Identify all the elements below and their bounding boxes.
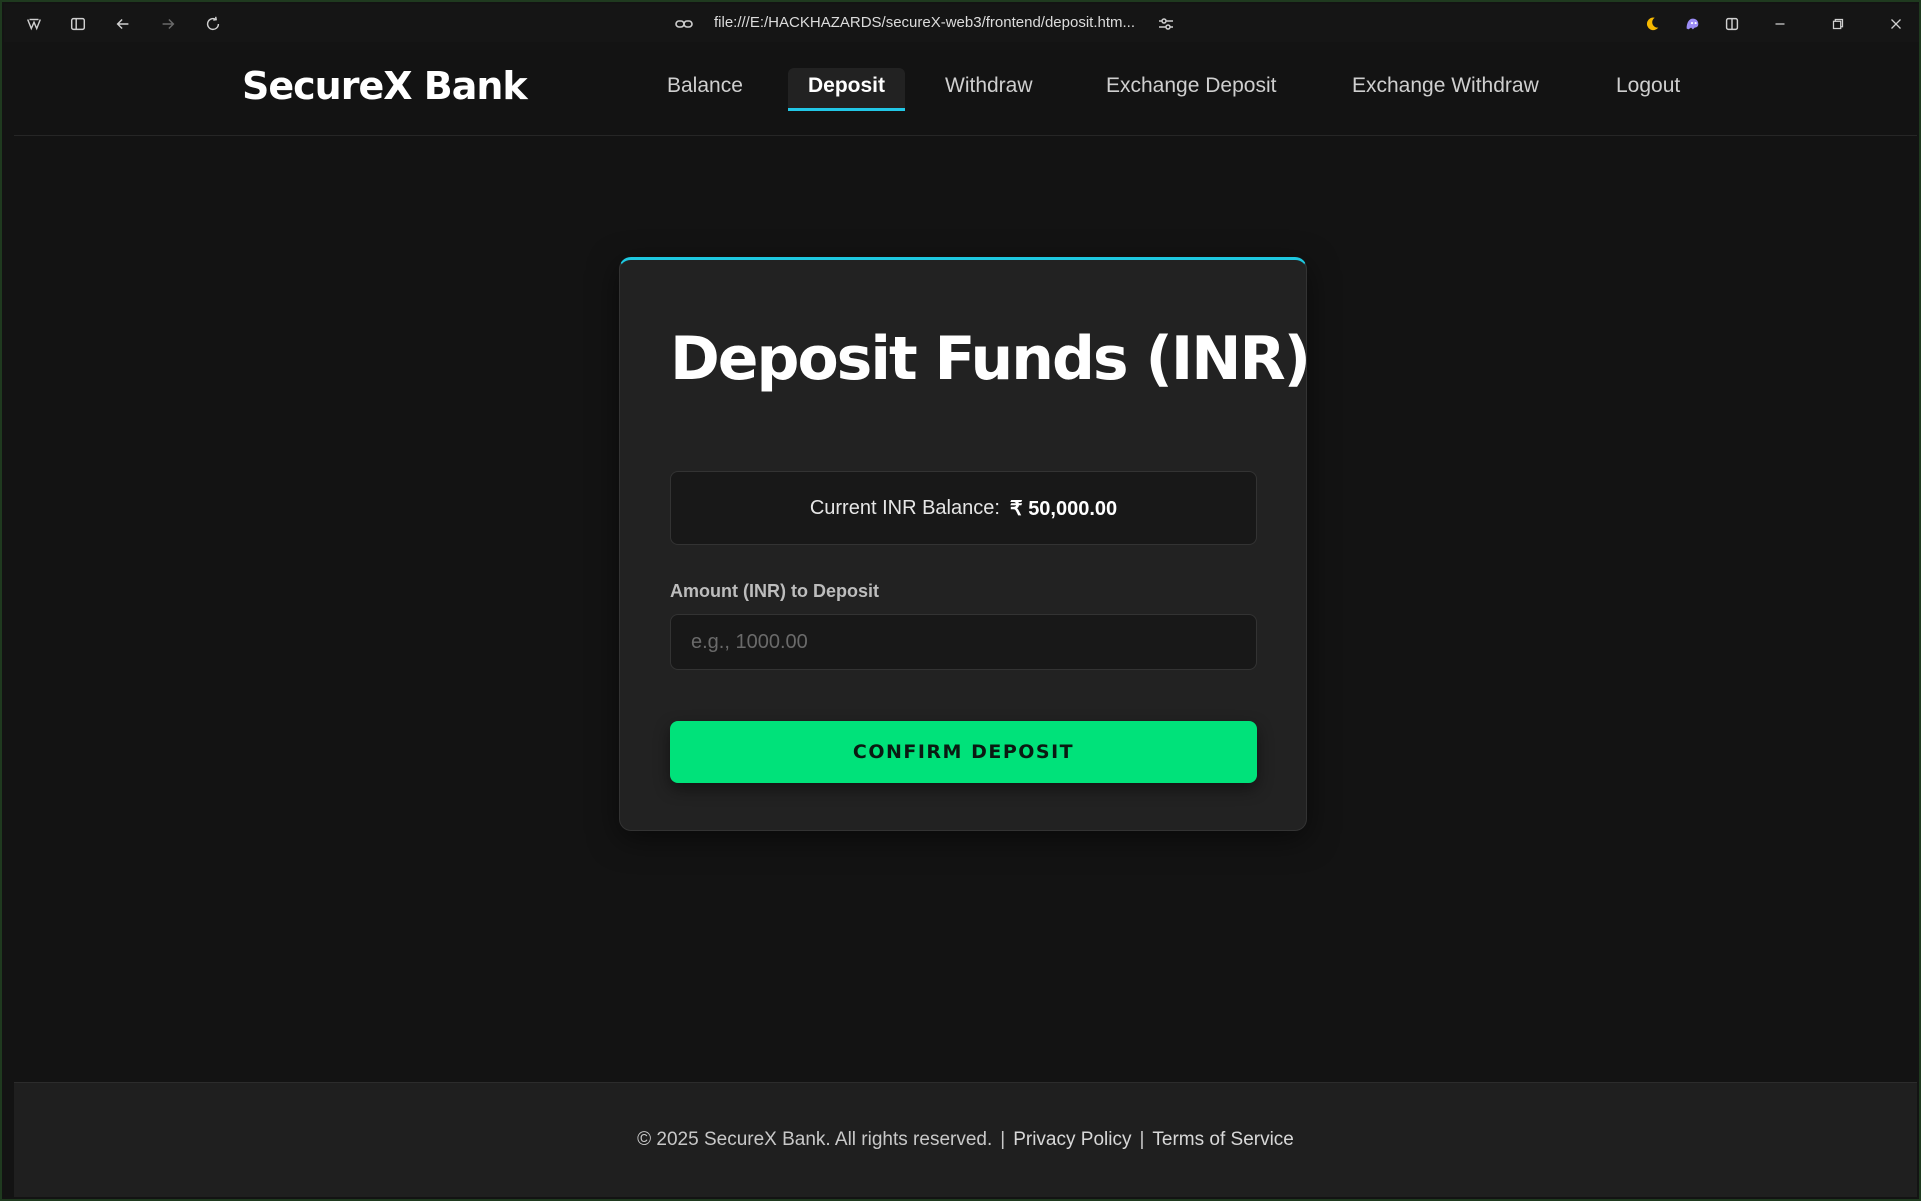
amount-input[interactable]: [670, 614, 1257, 670]
site-settings-icon[interactable]: [1156, 14, 1176, 34]
forward-arrow-icon[interactable]: [154, 10, 182, 38]
page-title: Deposit Funds (INR): [670, 324, 1311, 394]
privacy-policy-link[interactable]: Privacy Policy: [1013, 1129, 1131, 1151]
balance-label: Current INR Balance:: [809, 496, 1000, 519]
browser-logo-icon[interactable]: [20, 10, 48, 38]
nav-balance[interactable]: Balance: [647, 68, 763, 108]
site-header: SecureX Bank Balance Deposit Withdraw Ex…: [14, 42, 1917, 136]
reload-icon[interactable]: [199, 10, 227, 38]
split-view-icon[interactable]: [1718, 10, 1746, 38]
back-arrow-icon[interactable]: [109, 10, 137, 38]
restore-icon[interactable]: [1824, 10, 1852, 38]
balance-value: ₹ 50,000.00: [1009, 497, 1118, 520]
site-logo[interactable]: SecureX Bank: [242, 64, 528, 108]
site-footer: © 2025 SecureX Bank. All rights reserved…: [14, 1082, 1917, 1197]
browser-window: file:///E:/HACKHAZARDS/secureX-web3/fron…: [0, 0, 1921, 1201]
moon-icon[interactable]: [1638, 10, 1666, 38]
terms-of-service-link[interactable]: Terms of Service: [1152, 1129, 1293, 1151]
footer-separator: |: [1000, 1129, 1006, 1150]
nav-withdraw[interactable]: Withdraw: [925, 68, 1053, 108]
browser-toolbar: file:///E:/HACKHAZARDS/secureX-web3/fron…: [4, 4, 1919, 42]
minimize-icon[interactable]: [1766, 10, 1794, 38]
amount-label: Amount (INR) to Deposit: [670, 581, 879, 601]
balance-display: Current INR Balance: ₹ 50,000.00: [670, 471, 1257, 545]
extension-ghost-icon[interactable]: [1678, 10, 1706, 38]
confirm-deposit-button[interactable]: CONFIRM DEPOSIT: [670, 721, 1257, 783]
nav-deposit[interactable]: Deposit: [788, 68, 906, 111]
nav-exchange-deposit[interactable]: Exchange Deposit: [1086, 68, 1296, 108]
footer-separator: |: [1139, 1129, 1145, 1150]
footer-copyright: © 2025 SecureX Bank. All rights reserved…: [637, 1129, 993, 1150]
link-icon: [674, 14, 694, 34]
close-icon[interactable]: [1882, 10, 1910, 38]
address-bar[interactable]: file:///E:/HACKHAZARDS/secureX-web3/fron…: [714, 14, 1135, 34]
deposit-card: Deposit Funds (INR) Current INR Balance:…: [619, 257, 1311, 831]
nav-logout[interactable]: Logout: [1596, 68, 1700, 108]
nav-exchange-withdraw[interactable]: Exchange Withdraw: [1332, 68, 1559, 108]
sidebar-toggle-icon[interactable]: [64, 10, 92, 38]
